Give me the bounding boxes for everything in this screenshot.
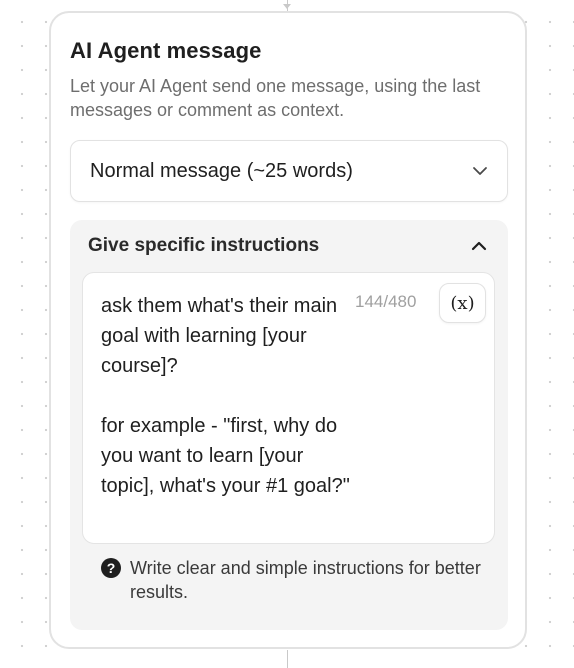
instructions-textarea[interactable]: ask them what's their main goal with lea… — [82, 272, 495, 544]
insert-variable-button[interactable]: (x) — [439, 283, 486, 323]
instructions-section-header[interactable]: Give specific instructions — [82, 220, 496, 272]
connector-line-bottom — [287, 650, 288, 668]
chevron-up-icon[interactable] — [470, 237, 488, 255]
instructions-hint: ? Write clear and simple instructions fo… — [82, 556, 496, 604]
ai-agent-message-node[interactable]: AI Agent message Let your AI Agent send … — [49, 11, 527, 649]
node-title: AI Agent message — [70, 38, 262, 63]
instructions-section: Give specific instructions ask them what… — [70, 220, 508, 630]
hint-text: Write clear and simple instructions for … — [130, 558, 481, 602]
connector-arrow-icon — [283, 4, 291, 9]
chevron-down-icon — [471, 162, 489, 180]
instructions-text[interactable]: ask them what's their main goal with lea… — [101, 291, 351, 501]
node-description: Let your AI Agent send one message, usin… — [70, 76, 481, 120]
instructions-section-title: Give specific instructions — [88, 235, 320, 256]
message-length-select[interactable]: Normal message (~25 words) — [70, 140, 508, 202]
question-circle-icon: ? — [101, 558, 121, 578]
character-counter: 144/480 — [355, 292, 417, 311]
message-length-value: Normal message (~25 words) — [90, 159, 353, 182]
